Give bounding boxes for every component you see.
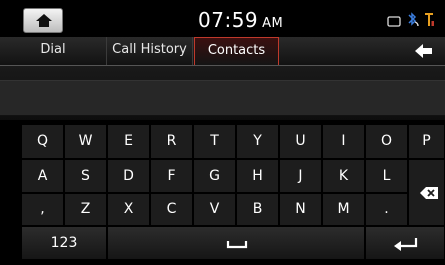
key-i[interactable]: I <box>322 124 365 159</box>
backspace-icon <box>420 187 438 199</box>
key-j[interactable]: J <box>279 159 322 193</box>
key-d[interactable]: D <box>107 159 150 193</box>
key-r[interactable]: R <box>150 124 193 159</box>
tab-dial-label: Dial <box>40 42 66 57</box>
key-z-label: Z <box>80 201 91 217</box>
status-bar: 07:59 AM <box>0 0 445 37</box>
key-i-label: I <box>341 133 346 149</box>
key-c[interactable]: C <box>150 193 193 226</box>
numbers-key[interactable]: 123 <box>21 226 107 260</box>
key-o[interactable]: O <box>365 124 408 159</box>
key-u[interactable]: U <box>279 124 322 159</box>
enter-icon <box>394 238 418 251</box>
key-g[interactable]: G <box>193 159 236 193</box>
key-s-label: S <box>81 168 90 184</box>
key-q-label: Q <box>36 133 49 149</box>
tab-contacts[interactable]: Contacts <box>194 37 279 65</box>
key-w[interactable]: W <box>64 124 107 159</box>
key-x[interactable]: X <box>107 193 150 226</box>
key-o-label: O <box>380 133 393 149</box>
key-period[interactable]: . <box>365 193 408 226</box>
key-w-label: W <box>78 133 93 149</box>
key-g-label: G <box>209 168 220 184</box>
key-k[interactable]: K <box>322 159 365 193</box>
screen-icon <box>387 12 401 31</box>
back-arrow-icon <box>415 44 432 58</box>
key-e-label: E <box>124 133 133 149</box>
tab-contacts-label: Contacts <box>207 43 266 58</box>
key-t[interactable]: T <box>193 124 236 159</box>
key-m-label: M <box>337 201 350 217</box>
key-j-label: J <box>298 168 303 184</box>
home-button[interactable] <box>23 8 63 33</box>
status-icons <box>387 11 435 27</box>
key-l[interactable]: L <box>365 159 408 193</box>
key-v[interactable]: V <box>193 193 236 226</box>
tab-call-history-label: Call History <box>112 42 187 57</box>
search-area <box>0 66 445 120</box>
backspace-key[interactable] <box>408 159 445 226</box>
clock-time: 07:59 <box>198 8 259 32</box>
key-n-label: N <box>295 201 306 217</box>
search-input[interactable] <box>0 80 445 116</box>
key-f-label: F <box>167 168 176 184</box>
key-b[interactable]: B <box>236 193 279 226</box>
key-comma-label: , <box>40 201 45 217</box>
key-b-label: B <box>252 201 263 217</box>
key-z[interactable]: Z <box>64 193 107 226</box>
space-icon <box>226 241 248 249</box>
clock: 07:59 AM <box>198 8 283 32</box>
key-a[interactable]: A <box>21 159 64 193</box>
key-q[interactable]: Q <box>21 124 64 159</box>
key-r-label: R <box>166 133 177 149</box>
home-icon <box>36 14 52 27</box>
key-n[interactable]: N <box>279 193 322 226</box>
key-x-label: X <box>123 201 134 217</box>
key-p[interactable]: P <box>408 124 445 159</box>
bluetooth-phone-icon <box>406 11 420 32</box>
key-m[interactable]: M <box>322 193 365 226</box>
numbers-key-label: 123 <box>50 235 78 251</box>
key-v-label: V <box>209 201 220 217</box>
key-h-label: H <box>252 168 263 184</box>
tab-dial[interactable]: Dial <box>0 37 107 65</box>
key-y[interactable]: Y <box>236 124 279 159</box>
clock-ampm: AM <box>262 16 284 31</box>
enter-key[interactable] <box>365 226 445 260</box>
key-period-label: . <box>384 201 389 217</box>
signal-icon <box>425 12 435 31</box>
key-l-label: L <box>382 168 391 184</box>
key-k-label: K <box>338 168 349 184</box>
key-u-label: U <box>295 133 306 149</box>
key-p-label: P <box>422 133 431 149</box>
tab-bar: Dial Call History Contacts <box>0 37 445 66</box>
space-key[interactable] <box>107 226 365 260</box>
key-y-label: Y <box>253 133 262 149</box>
key-comma[interactable]: , <box>21 193 64 226</box>
back-button[interactable] <box>395 37 445 65</box>
keyboard: Q W E R T Y U I O P A S D F G H J K L , … <box>0 122 445 260</box>
key-f[interactable]: F <box>150 159 193 193</box>
key-d-label: D <box>123 168 134 184</box>
key-a-label: A <box>37 168 48 184</box>
key-c-label: C <box>166 201 177 217</box>
key-e[interactable]: E <box>107 124 150 159</box>
key-t-label: T <box>210 133 219 149</box>
tab-call-history[interactable]: Call History <box>107 37 193 65</box>
key-s[interactable]: S <box>64 159 107 193</box>
key-h[interactable]: H <box>236 159 279 193</box>
